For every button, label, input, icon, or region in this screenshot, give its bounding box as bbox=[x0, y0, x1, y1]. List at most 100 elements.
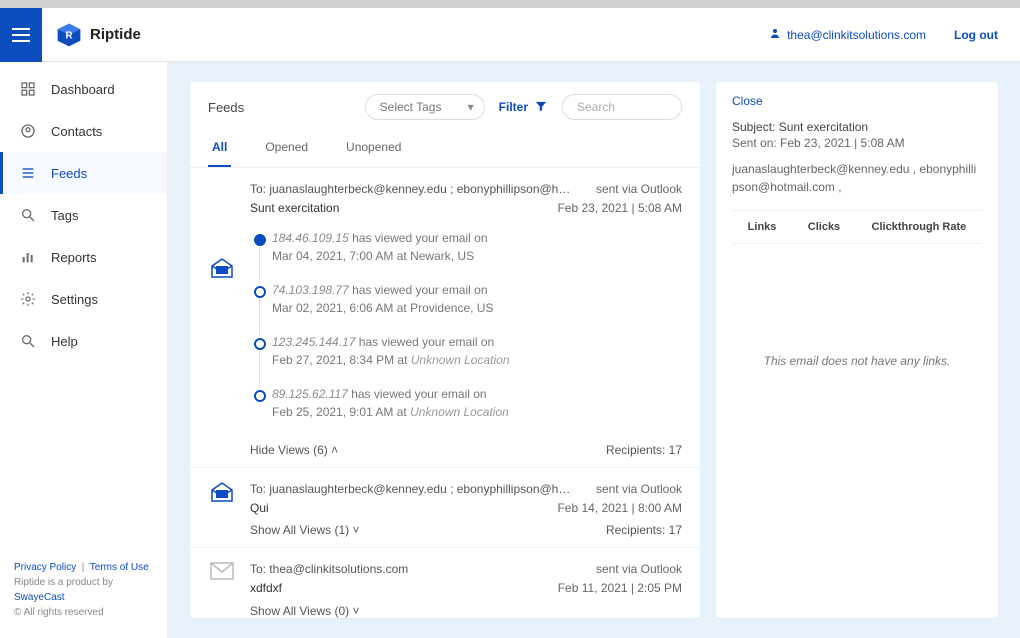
gear-icon bbox=[19, 290, 37, 308]
menu-toggle-button[interactable] bbox=[0, 8, 42, 62]
select-tags-dropdown[interactable]: Select Tags ▾ bbox=[365, 94, 485, 120]
svg-text:R: R bbox=[65, 30, 72, 41]
view-event: 123.245.144.17 has viewed your email on … bbox=[250, 333, 682, 385]
envelope-closed-icon bbox=[210, 562, 234, 582]
sidebar-label: Feeds bbox=[51, 166, 87, 181]
detail-recipients: juanaslaughterbeck@kenney.edu , ebonyphi… bbox=[732, 160, 982, 196]
view-when: Mar 02, 2021, 6:06 AM at Providence, US bbox=[272, 301, 493, 315]
sidebar-item-reports[interactable]: Reports bbox=[0, 236, 167, 278]
close-button[interactable]: Close bbox=[732, 94, 982, 108]
window-topbar bbox=[0, 0, 1020, 8]
sidebar-item-tags[interactable]: Tags bbox=[0, 194, 167, 236]
view-loc: Unknown Location bbox=[411, 353, 510, 367]
sidebar-item-settings[interactable]: Settings bbox=[0, 278, 167, 320]
chevron-down-icon: ▾ bbox=[468, 100, 474, 114]
show-views-toggle[interactable]: Show All Views (0) ˅ bbox=[250, 604, 360, 618]
feeds-list[interactable]: To: juanaslaughterbeck@kenney.edu ; ebon… bbox=[190, 168, 700, 618]
envelope-open-icon bbox=[210, 258, 234, 278]
feed-sentvia: sent via Outlook bbox=[596, 560, 682, 579]
view-ip: 89.125.62.117 bbox=[272, 387, 348, 401]
detail-sent: Sent on: Feb 23, 2021 | 5:08 AM bbox=[732, 136, 982, 150]
select-tags-label: Select Tags bbox=[380, 100, 442, 114]
filter-button[interactable]: Filter bbox=[499, 99, 548, 116]
tab-unopened[interactable]: Unopened bbox=[342, 130, 405, 167]
view-text: has viewed your email on bbox=[359, 335, 494, 349]
feed-date: Feb 23, 2021 | 5:08 AM bbox=[557, 199, 682, 218]
logo-icon: R bbox=[56, 22, 82, 48]
sent-value: Feb 23, 2021 | 5:08 AM bbox=[780, 136, 905, 150]
detail-subject: Subject: Sunt exercitation bbox=[732, 120, 982, 134]
sidebar-item-contacts[interactable]: Contacts bbox=[0, 110, 167, 152]
tab-all[interactable]: All bbox=[208, 130, 231, 167]
feeds-card: Feeds Select Tags ▾ Filter All Opened Un… bbox=[190, 82, 700, 618]
brand-name: Riptide bbox=[90, 26, 141, 43]
detail-stats: Links Clicks Clickthrough Rate bbox=[732, 210, 982, 244]
feed-item[interactable]: To: juanaslaughterbeck@kenney.edu ; ebon… bbox=[190, 168, 700, 468]
footer-copy: © All rights reserved bbox=[14, 607, 104, 618]
help-icon bbox=[19, 332, 37, 350]
view-event: 89.125.62.117 has viewed your email on F… bbox=[250, 385, 682, 437]
privacy-link[interactable]: Privacy Policy bbox=[14, 562, 76, 573]
feed-sentvia: sent via Outlook bbox=[596, 180, 682, 199]
hide-views-toggle[interactable]: Hide Views (6) ˄ bbox=[250, 443, 338, 457]
sidebar-item-feeds[interactable]: Feeds bbox=[0, 152, 167, 194]
sidebar-footer: Privacy Policy | Terms of Use Riptide is… bbox=[0, 548, 167, 638]
feed-date: Feb 11, 2021 | 2:05 PM bbox=[558, 579, 682, 598]
search-input[interactable] bbox=[562, 94, 682, 120]
brand: R Riptide bbox=[42, 22, 141, 48]
feed-subject: Qui bbox=[250, 499, 269, 518]
app-header: R Riptide thea@clinkitsolutions.com Log … bbox=[0, 8, 1020, 62]
footer-line2a: Riptide is a product by bbox=[14, 577, 113, 588]
subject-label: Subject: bbox=[732, 120, 775, 134]
view-ip: 74.103.198.77 bbox=[272, 283, 349, 297]
logout-link[interactable]: Log out bbox=[954, 28, 998, 42]
sidebar-label: Contacts bbox=[51, 124, 102, 139]
view-text: has viewed your email on bbox=[352, 231, 487, 245]
sidebar-label: Reports bbox=[51, 250, 97, 265]
sidebar-item-dashboard[interactable]: Dashboard bbox=[0, 68, 167, 110]
views-timeline: 184.46.109.15 has viewed your email on M… bbox=[250, 229, 682, 437]
feed-item[interactable]: To: juanaslaughterbeck@kenney.edu ; ebon… bbox=[190, 468, 700, 548]
sent-label: Sent on: bbox=[732, 136, 777, 150]
dashboard-icon bbox=[19, 80, 37, 98]
feeds-tabs: All Opened Unopened bbox=[190, 130, 700, 168]
contacts-icon bbox=[19, 122, 37, 140]
sidebar-item-help[interactable]: Help bbox=[0, 320, 167, 362]
view-ip: 184.46.109.15 bbox=[272, 231, 349, 245]
sidebar-label: Help bbox=[51, 334, 78, 349]
feed-subject: Sunt exercitation bbox=[250, 199, 339, 218]
view-text: has viewed your email on bbox=[351, 387, 486, 401]
terms-link[interactable]: Terms of Use bbox=[90, 562, 149, 573]
view-event: 184.46.109.15 has viewed your email on M… bbox=[250, 229, 682, 281]
feeds-icon bbox=[19, 164, 37, 182]
feed-item[interactable]: To: thea@clinkitsolutions.com sent via O… bbox=[190, 548, 700, 618]
bars-icon bbox=[19, 248, 37, 266]
show-views-toggle[interactable]: Show All Views (1) ˅ bbox=[250, 523, 360, 537]
view-when-prefix: Feb 27, 2021, 8:34 PM at bbox=[272, 353, 411, 367]
tab-opened[interactable]: Opened bbox=[261, 130, 312, 167]
no-links-message: This email does not have any links. bbox=[732, 354, 982, 368]
feeds-toolbar: Feeds Select Tags ▾ Filter bbox=[190, 82, 700, 130]
user-email-text: thea@clinkitsolutions.com bbox=[787, 28, 926, 42]
hamburger-icon bbox=[12, 34, 30, 36]
feed-to: To: thea@clinkitsolutions.com bbox=[250, 560, 408, 579]
detail-card: Close Subject: Sunt exercitation Sent on… bbox=[716, 82, 998, 618]
recipients-count: Recipients: 17 bbox=[606, 443, 682, 457]
user-email[interactable]: thea@clinkitsolutions.com bbox=[769, 27, 926, 42]
magnify-icon bbox=[19, 206, 37, 224]
feeds-title: Feeds bbox=[208, 100, 244, 115]
user-icon bbox=[769, 27, 781, 42]
filter-icon bbox=[534, 99, 548, 116]
view-when: Mar 04, 2021, 7:00 AM at Newark, US bbox=[272, 249, 474, 263]
view-text: has viewed your email on bbox=[352, 283, 487, 297]
swayecast-link[interactable]: SwayeCast bbox=[14, 592, 65, 603]
feed-date: Feb 14, 2021 | 8:00 AM bbox=[557, 499, 682, 518]
recipients-count: Recipients: 17 bbox=[606, 523, 682, 537]
feed-subject: xdfdxf bbox=[250, 579, 282, 598]
main-area: Feeds Select Tags ▾ Filter All Opened Un… bbox=[168, 62, 1020, 638]
subject-value: Sunt exercitation bbox=[779, 120, 868, 134]
envelope-open-icon bbox=[210, 482, 234, 502]
stat-clicks: Clicks bbox=[808, 221, 840, 233]
view-when-prefix: Feb 25, 2021, 9:01 AM at bbox=[272, 405, 410, 419]
feed-to: To: juanaslaughterbeck@kenney.edu ; ebon… bbox=[250, 180, 570, 199]
